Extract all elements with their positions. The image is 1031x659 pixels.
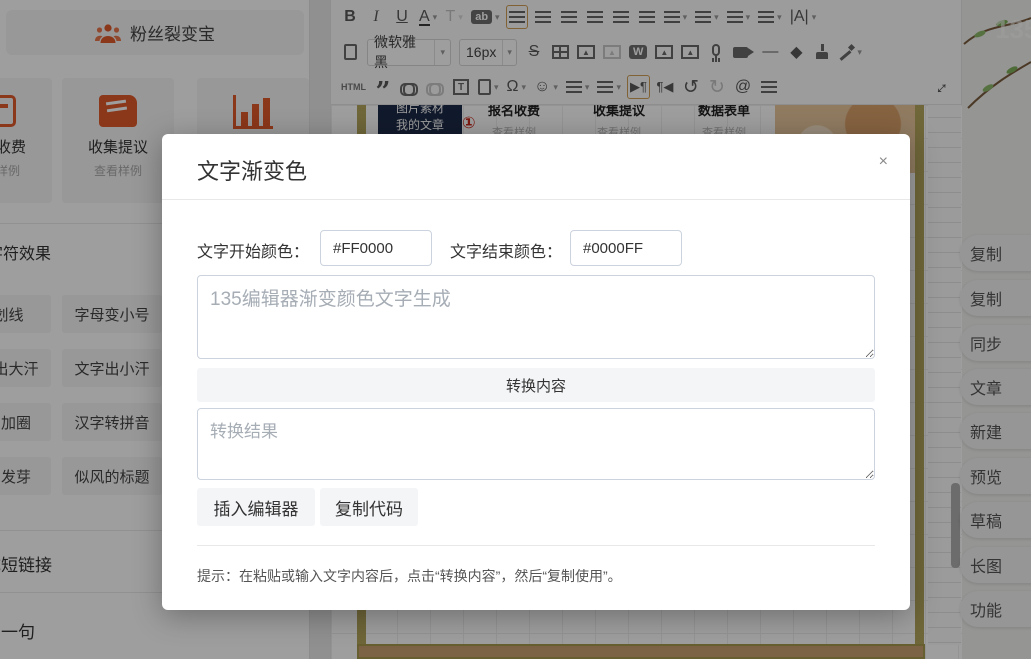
end-color-label: 文字结束颜色： (450, 238, 562, 262)
dialog-title: 文字渐变色 (197, 154, 307, 186)
text-gradient-dialog: 文字渐变色 × 文字开始颜色： 文字结束颜色： 转换内容 插入编辑器 复制代码 … (162, 134, 910, 610)
divider (162, 199, 910, 200)
dialog-tip-text: 提示：在粘贴或输入文字内容后，点击“转换内容”，然后“复制使用”。 (197, 566, 622, 586)
divider (197, 545, 875, 546)
start-color-input[interactable] (320, 230, 432, 266)
end-color-input[interactable] (570, 230, 682, 266)
start-color-label: 文字开始颜色： (197, 238, 309, 262)
page: 粉丝裂变宝 报名收费 查看样例 收集提议 查看样例 数据表单 查看样例 字符效果… (0, 0, 1031, 659)
convert-content-button[interactable]: 转换内容 (197, 368, 875, 402)
source-text-area[interactable] (197, 275, 875, 359)
result-text-area[interactable] (197, 408, 875, 480)
insert-editor-button[interactable]: 插入编辑器 (197, 488, 315, 526)
close-icon[interactable]: × (879, 154, 888, 170)
copy-code-button[interactable]: 复制代码 (320, 488, 418, 526)
